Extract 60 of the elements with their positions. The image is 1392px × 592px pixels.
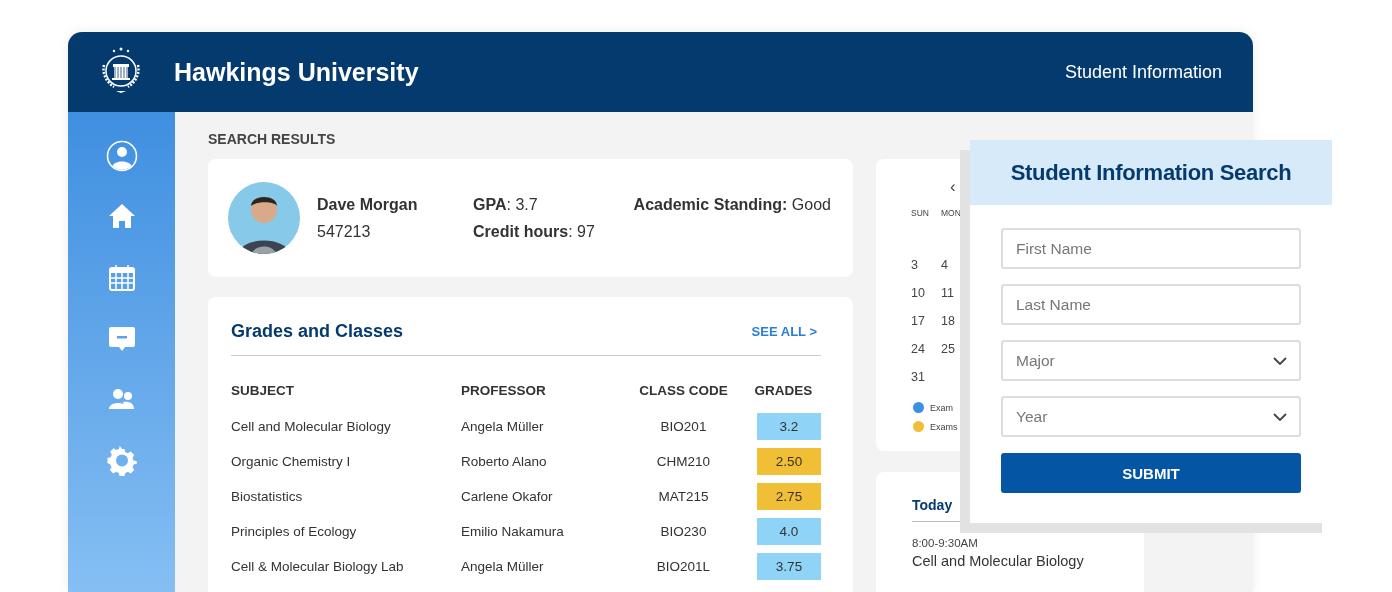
student-name: Dave Morgan (317, 196, 419, 214)
calendar-day[interactable]: 10 (911, 286, 941, 314)
table-cell-text: Emilio Nakamura (461, 523, 565, 541)
table-cell: Cell and Molecular Biology (231, 409, 461, 444)
calendar-day[interactable]: 24 (911, 342, 941, 370)
chevron-down-icon (1273, 412, 1287, 421)
card-title: Grades and Classes (231, 321, 404, 342)
table-cell-text: Angela Müller (461, 558, 545, 576)
table-cell-text: Organic Chemistry I (231, 453, 352, 471)
table-cell-text: BIO201L (655, 558, 712, 576)
calendar-day[interactable]: 18 (941, 314, 971, 342)
text-field[interactable]: Last Name (1001, 284, 1301, 325)
grade-badge: 2.75 (757, 483, 821, 510)
column-header: PROFESSOR (461, 383, 547, 400)
section-title: Student Information (1064, 61, 1222, 83)
student-id: 547213 (317, 223, 372, 241)
table-cell-text: Principles of Ecology (231, 523, 358, 541)
gpa-text: GPA: 3.7 (473, 196, 539, 214)
calendar-day[interactable]: 31 (911, 370, 941, 398)
event-title: Cell and Molecular Biology (912, 553, 1085, 569)
table-cell-text: Roberto Alano (461, 453, 548, 471)
profile-icon[interactable] (105, 139, 138, 172)
table-cell-text: BIO230 (659, 523, 708, 541)
column-header: SUBJECT (231, 383, 461, 409)
grade-badge: 3.2 (757, 413, 821, 440)
table-cell-text: CHM210 (655, 453, 712, 471)
column-header: CLASS CODE (638, 383, 729, 400)
dropdown-field[interactable]: Year (1001, 396, 1301, 437)
table-cell: Cell & Molecular Biology Lab (231, 549, 461, 584)
grade-badge: 4.0 (757, 518, 821, 545)
submit-button[interactable]: SUBMIT (1001, 453, 1301, 493)
modal-title: Student Information Search (970, 140, 1332, 205)
text-field[interactable]: First Name (1001, 228, 1301, 269)
legend-label: Exams (930, 421, 958, 432)
settings-icon[interactable] (105, 444, 138, 477)
table-cell-text: Angela Müller (461, 418, 545, 436)
dropdown-field[interactable]: Major (1001, 340, 1301, 381)
weekday-label: MON (941, 208, 962, 218)
chevron-down-icon (1273, 356, 1287, 365)
table-cell: Biostatistics (231, 479, 461, 514)
previous-month-button[interactable]: ‹ (950, 177, 956, 197)
section-label: SEARCH RESULTS (208, 131, 337, 149)
credit-hours-text: Credit hours: 97 (473, 223, 596, 241)
event-time: 8:00-9:30AM (912, 537, 979, 549)
calendar-day[interactable]: 11 (941, 286, 971, 314)
grade-badge: 3.75 (757, 553, 821, 580)
table-cell-text: Carlene Okafor (461, 488, 554, 506)
legend-label: Exam (930, 402, 953, 413)
column-header: GRADES (753, 383, 814, 400)
table-cell-text: MAT215 (657, 488, 710, 506)
app-title: Hawkings University (174, 57, 420, 87)
see-all-link[interactable]: SEE ALL > (751, 324, 817, 339)
calendar-day[interactable]: 25 (941, 342, 971, 370)
calendar-day[interactable]: 3 (911, 258, 941, 286)
calendar-day[interactable]: 17 (911, 314, 941, 342)
weekday-label: SUN (911, 208, 930, 218)
grade-badge: 2.50 (757, 448, 821, 475)
standing-text: Academic Standing: Good (633, 196, 831, 213)
table-cell-text: BIO201 (659, 418, 708, 436)
calendar-day[interactable]: 4 (941, 258, 971, 286)
